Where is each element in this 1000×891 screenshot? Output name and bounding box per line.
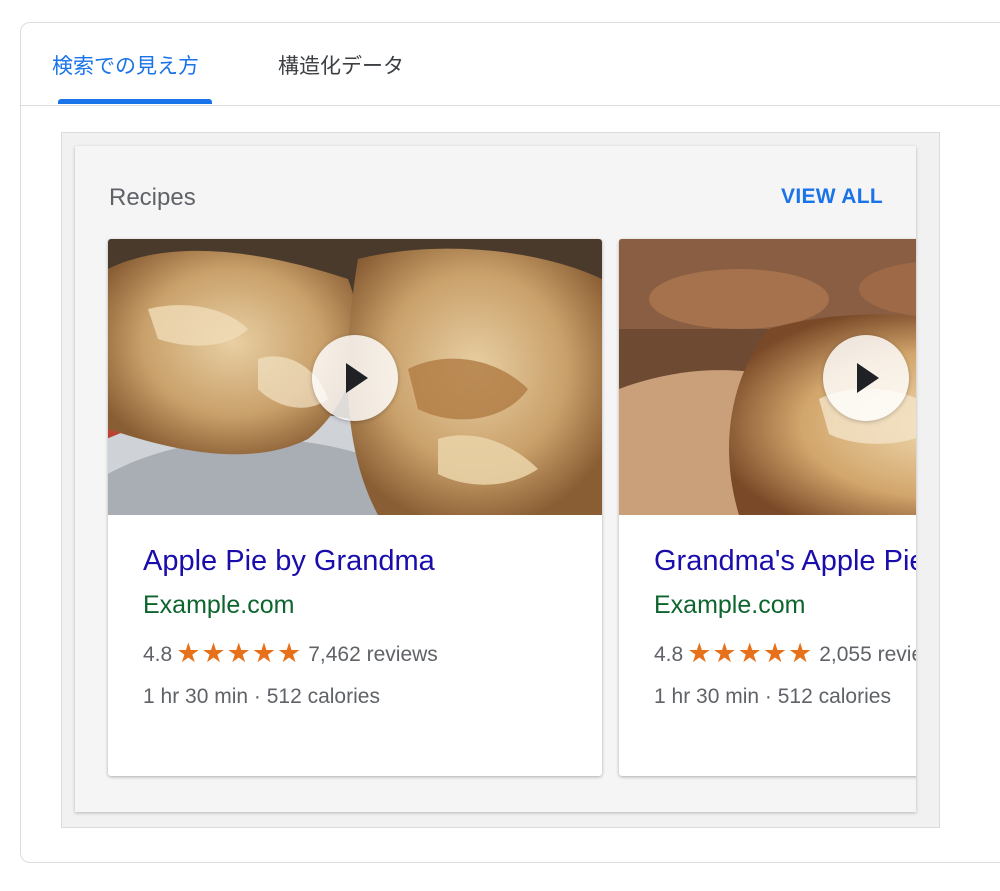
recipe-meta: 1 hr 30 min · 512 calories [143, 685, 380, 708]
recipe-rating: 4.8★★★★★2,055 reviews [654, 637, 916, 668]
play-icon[interactable] [312, 335, 398, 421]
play-icon[interactable] [823, 335, 909, 421]
review-count: 7,462 reviews [308, 643, 438, 666]
view-all-link[interactable]: VIEW ALL [781, 185, 883, 209]
recipe-card[interactable]: Apple Pie by Grandma Example.com 4.8 ★★★★… [108, 239, 602, 776]
recipe-thumbnail[interactable] [619, 239, 916, 515]
recipe-thumbnail[interactable] [108, 239, 602, 515]
search-preview-frame: Recipes VIEW ALL Apple Pie by Grandma Ex… [61, 132, 940, 828]
rating-value: 4.8 [654, 643, 684, 666]
star-rating-icon: ★★★★★ [176, 638, 303, 668]
recipe-title[interactable]: Grandma's Apple Pie [654, 545, 916, 578]
recipe-card[interactable]: Grandma's Apple Pie Example.com 4.8 ★★★★★… [619, 239, 916, 776]
tab-search-appearance[interactable]: 検索での見え方 [52, 50, 199, 80]
recipes-carousel: Recipes VIEW ALL Apple Pie by Grandma Ex… [75, 146, 916, 812]
active-tab-indicator [58, 99, 212, 104]
carousel-title: Recipes [109, 184, 196, 211]
recipe-rating: 4.8 ★★★★★ 7,462 reviews [143, 637, 438, 668]
recipe-meta: 1 hr 30 min · 512 calories [654, 685, 891, 708]
recipe-site: Example.com [654, 591, 806, 619]
star-rating-icon: ★★★★★ [687, 638, 814, 668]
preview-panel: 検索での見え方 構造化データ Recipes VIEW ALL Apple Pi… [20, 22, 1000, 863]
rating-value: 4.8 [143, 643, 173, 666]
review-count: 2,055 reviews [819, 643, 916, 666]
tab-bar: 検索での見え方 構造化データ [21, 23, 1000, 106]
recipe-title[interactable]: Apple Pie by Grandma [143, 545, 435, 578]
tab-structured-data[interactable]: 構造化データ [278, 50, 404, 80]
recipe-site: Example.com [143, 591, 295, 619]
